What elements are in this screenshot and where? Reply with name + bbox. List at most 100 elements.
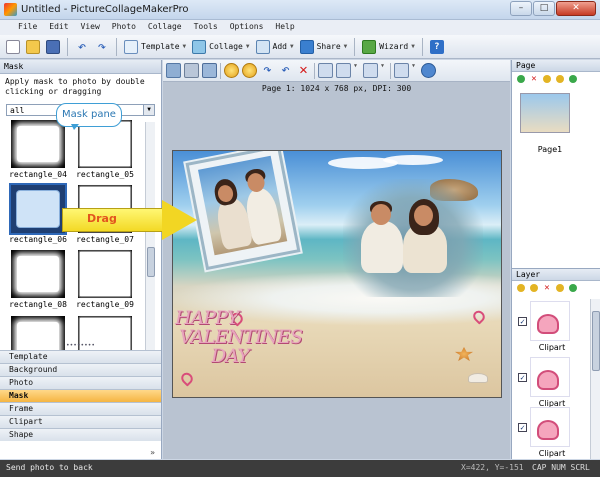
delete-page-icon[interactable]: ✕ <box>530 75 538 84</box>
layer-thumbnail <box>530 301 570 341</box>
menu-help[interactable]: Help <box>269 20 300 35</box>
send-back-icon[interactable] <box>242 63 257 78</box>
scrollbar-thumb[interactable] <box>592 311 600 371</box>
layer-item[interactable]: ✓ Clipart <box>512 299 588 359</box>
heart-clipart[interactable] <box>178 370 196 387</box>
delete-layer-icon[interactable]: ✕ <box>543 284 551 293</box>
layer-scrollbar[interactable] <box>590 299 600 459</box>
share-button[interactable]: Share ▼ <box>298 38 350 56</box>
masked-photo-couple-2[interactable] <box>343 179 483 297</box>
delete-icon[interactable]: ✕ <box>296 63 311 78</box>
help-icon: ? <box>429 39 444 54</box>
undo-button[interactable]: ↶ <box>73 38 91 56</box>
main-toolbar: ↶ ↷ Template ▼ Collage ▼ Add ▼ Share ▼ Wizar… <box>0 35 600 59</box>
tab-shape[interactable]: Shape <box>0 428 161 441</box>
mask-caption: rectangle_04 <box>9 170 67 179</box>
more-tabs-icon[interactable]: » <box>150 448 155 457</box>
resize-icon[interactable] <box>202 63 217 78</box>
maximize-button[interactable]: □ <box>533 1 555 16</box>
tab-frame[interactable]: Frame <box>0 402 161 415</box>
bring-front-icon[interactable] <box>224 63 239 78</box>
layer-item[interactable]: ✓ Clipart <box>512 405 588 465</box>
layer-up-icon[interactable] <box>517 284 525 292</box>
properties-icon[interactable] <box>394 63 409 78</box>
layer-caption: Clipart <box>538 449 566 458</box>
move-up-icon[interactable] <box>543 75 551 83</box>
share-label: Share <box>316 42 341 51</box>
menu-photo[interactable]: Photo <box>106 20 142 35</box>
valentine-clipart[interactable]: HAPPY VALENTINES DAY <box>175 309 303 366</box>
panel-tabs: Template Background Photo Mask Frame Cli… <box>0 350 161 441</box>
duplicate-page-icon[interactable] <box>569 75 577 83</box>
mask-thumbnail[interactable]: rectangle_06 <box>7 183 69 244</box>
fit-photo-icon[interactable] <box>166 63 181 78</box>
save-button[interactable] <box>44 38 62 56</box>
help-button[interactable]: ? <box>428 38 446 56</box>
info-icon[interactable] <box>421 63 436 78</box>
collage-icon <box>192 39 207 54</box>
chevron-down-icon: ▼ <box>182 43 187 50</box>
person-face <box>371 204 391 225</box>
mask-thumbnail[interactable]: rectangle_04 <box>7 120 69 179</box>
rotate-right-icon[interactable]: ↷ <box>260 63 275 78</box>
menu-collage[interactable]: Collage <box>142 20 188 35</box>
toolbar-separator <box>116 37 117 56</box>
menu-tools[interactable]: Tools <box>188 20 224 35</box>
tab-clipart[interactable]: Clipart <box>0 415 161 428</box>
status-bar: Send photo to back X=422, Y=-151 CAP NUM… <box>0 460 600 477</box>
crop-icon[interactable] <box>184 63 199 78</box>
new-button[interactable] <box>4 38 22 56</box>
menu-file[interactable]: File <box>12 20 43 35</box>
menu-options[interactable]: Options <box>224 20 270 35</box>
tab-template[interactable]: Template <box>0 350 161 363</box>
page-thumbnail[interactable] <box>520 93 570 133</box>
align-icon[interactable] <box>318 63 333 78</box>
minimize-button[interactable]: – <box>510 1 532 16</box>
move-down-icon[interactable] <box>556 75 564 83</box>
close-button[interactable]: ✕ <box>556 1 596 16</box>
mask-thumbnail[interactable]: rectangle_08 <box>7 250 69 309</box>
chevron-down-icon[interactable]: ▼ <box>381 63 387 78</box>
template-button[interactable]: Template ▼ <box>122 38 188 56</box>
layer-down-icon[interactable] <box>530 284 538 292</box>
new-file-icon <box>6 39 20 54</box>
layer-visibility-checkbox[interactable]: ✓ <box>518 423 527 432</box>
arrange-icon[interactable] <box>363 63 378 78</box>
menu-view[interactable]: View <box>75 20 106 35</box>
toolbar-separator <box>67 37 68 56</box>
mask-thumbnail[interactable]: rectangle_05 <box>74 120 136 179</box>
folder-open-icon <box>26 39 40 54</box>
right-panel: Page ✕ Page1 Layer ✕ ✓ Clipart ✓ Clipart… <box>511 60 600 459</box>
layer-visibility-checkbox[interactable]: ✓ <box>518 373 527 382</box>
add-button[interactable]: Add ▼ <box>254 38 296 56</box>
share-icon <box>299 39 314 54</box>
chevron-down-icon[interactable]: ▼ <box>354 63 360 78</box>
collage-button[interactable]: Collage ▼ <box>190 38 251 56</box>
status-key-indicators: CAP NUM SCRL <box>532 463 590 472</box>
redo-button[interactable]: ↷ <box>93 38 111 56</box>
menu-edit[interactable]: Edit <box>43 20 74 35</box>
layout-icon[interactable] <box>336 63 351 78</box>
add-page-icon[interactable] <box>517 75 525 83</box>
wizard-button[interactable]: Wizard ▼ <box>360 38 417 56</box>
mask-caption: rectangle_05 <box>76 170 134 179</box>
scrollbar-thumb[interactable] <box>147 247 155 277</box>
rotate-left-icon[interactable]: ↶ <box>278 63 293 78</box>
photo-image <box>197 155 288 256</box>
masked-photo-couple-1[interactable] <box>189 151 297 267</box>
wizard-label: Wizard <box>379 42 409 51</box>
layer-top-icon[interactable] <box>556 284 564 292</box>
panel-header: Mask <box>0 60 161 74</box>
tab-background[interactable]: Background <box>0 363 161 376</box>
mask-thumbnail[interactable]: rectangle_09 <box>74 250 136 309</box>
layer-refresh-icon[interactable] <box>569 284 577 292</box>
chevron-down-icon[interactable]: ▼ <box>412 63 418 78</box>
collage-canvas[interactable]: HAPPY VALENTINES DAY <box>172 150 502 398</box>
tab-mask[interactable]: Mask <box>0 389 161 402</box>
open-button[interactable] <box>24 38 42 56</box>
layer-visibility-checkbox[interactable]: ✓ <box>518 317 527 326</box>
window-controls: – □ ✕ <box>510 1 596 16</box>
add-label: Add <box>272 42 287 51</box>
tab-photo[interactable]: Photo <box>0 376 161 389</box>
edit-toolbar: ↷ ↶ ✕ ▼ ▼ ▼ <box>163 60 510 82</box>
